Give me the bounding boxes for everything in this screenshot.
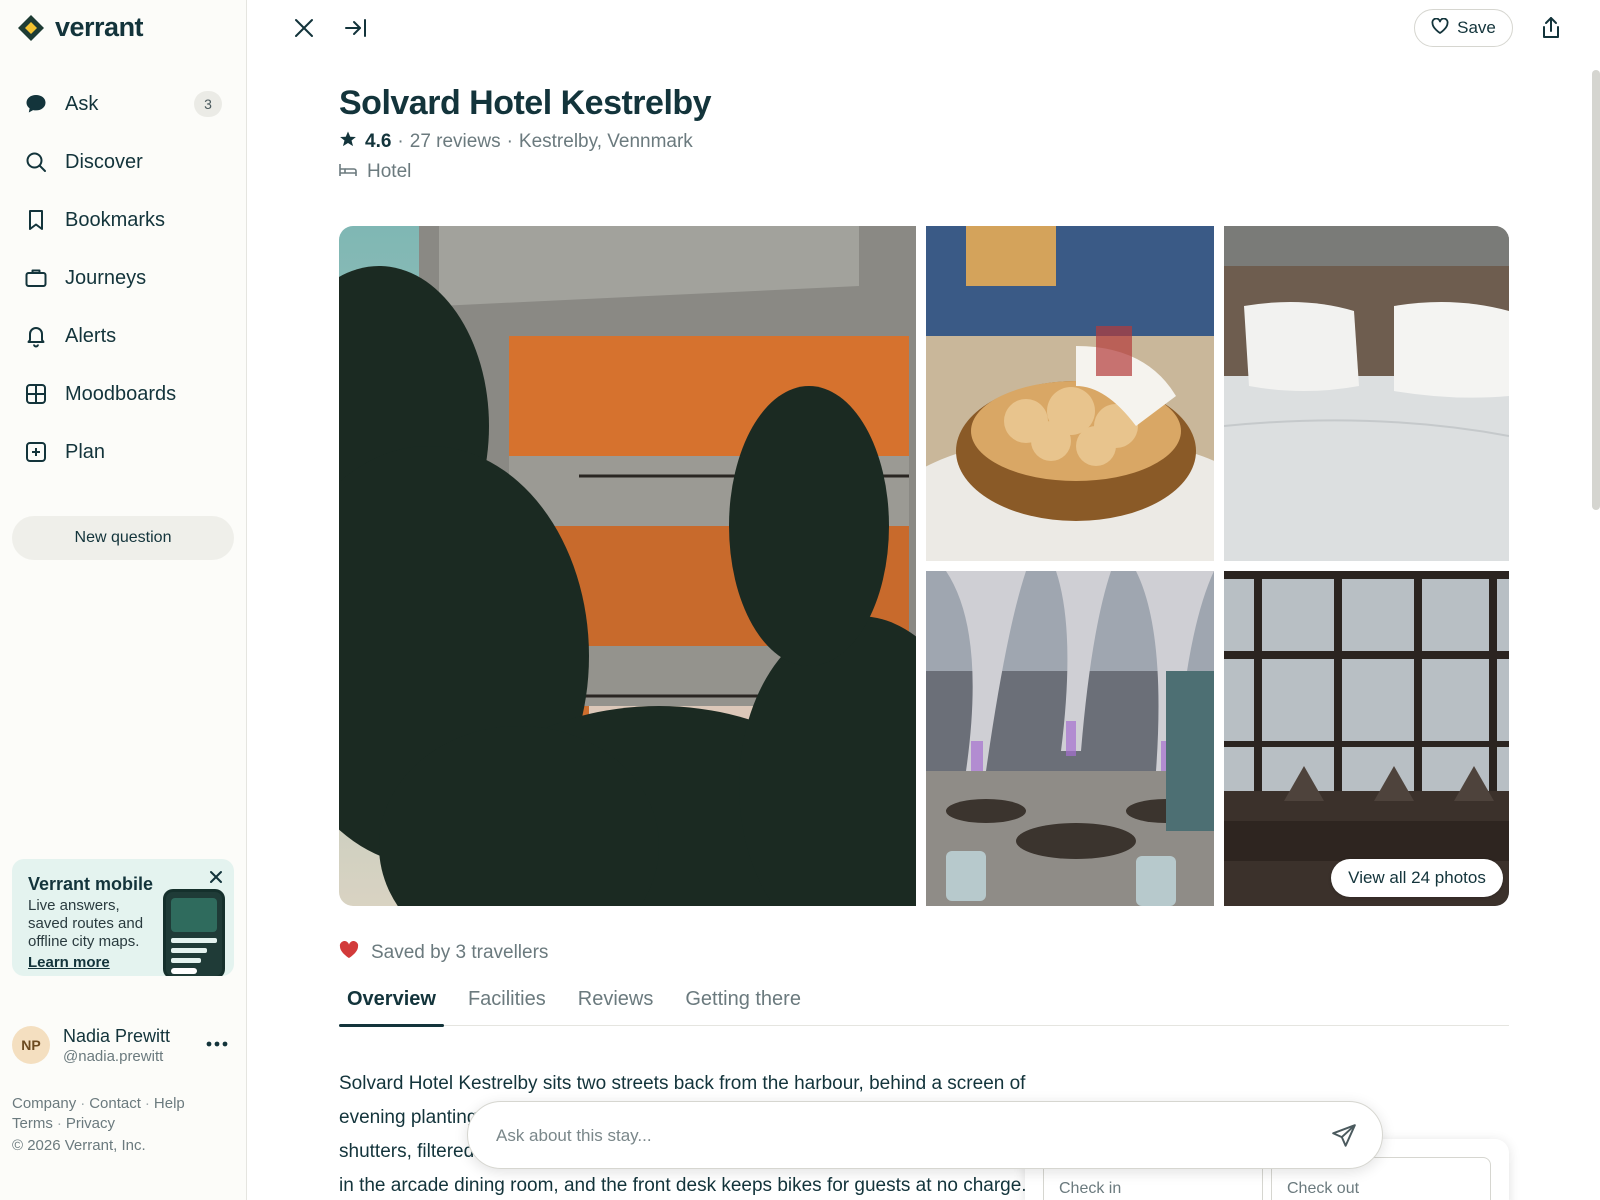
send-icon[interactable] <box>1328 1120 1360 1152</box>
more-options-icon[interactable] <box>204 1032 230 1056</box>
user-profile[interactable]: NP Nadia Prewitt @nadia.prewitt <box>12 1024 234 1068</box>
place-category: Hotel <box>339 161 411 183</box>
lounge-photo[interactable] <box>1224 571 1509 906</box>
location-text: Kestrelby, Vennmark <box>518 131 693 152</box>
user-name: Nadia Prewitt <box>63 1026 171 1046</box>
review-count-link[interactable]: 27 reviews <box>410 131 501 153</box>
sidebar-item-ask[interactable]: Ask 3 <box>12 75 234 133</box>
new-question-button[interactable]: New question <box>12 516 234 560</box>
restaurant-interior-photo[interactable] <box>926 571 1214 906</box>
unread-count-badge: 3 <box>194 91 222 117</box>
photo-gallery <box>339 226 1509 906</box>
hotel-exterior-photo[interactable] <box>339 226 916 906</box>
sidebar-item-journeys[interactable]: Journeys <box>12 249 234 307</box>
close-icon[interactable] <box>287 11 321 45</box>
app-logo[interactable]: verrant <box>17 12 144 43</box>
description-line: in the arcade dining room, and the front… <box>339 1175 1027 1196</box>
sidebar-item-label: Journeys <box>65 266 147 289</box>
sidebar-item-label: Discover <box>65 150 143 173</box>
ask-bar <box>467 1101 1383 1169</box>
page-title: Solvard Hotel Kestrelby <box>339 84 712 122</box>
sidebar-item-label: Alerts <box>65 324 117 347</box>
mobile-app-promo: Verrant mobile Live answers, saved route… <box>12 859 234 976</box>
bookmark-icon <box>22 206 50 234</box>
chat-bubble-icon <box>22 90 50 118</box>
separator-dot: · <box>80 1095 86 1112</box>
place-meta: 4.6 · 27 reviews · Kestrelby, Vennmark <box>339 130 693 154</box>
description-line: Solvard Hotel Kestrelby sits two streets… <box>339 1073 1026 1094</box>
grid-icon <box>22 380 50 408</box>
ask-input[interactable] <box>496 1120 1276 1152</box>
saved-by-text: Saved by 3 travellers <box>371 942 549 963</box>
footer-link-contact[interactable]: Contact <box>89 1095 141 1112</box>
separator-dot: · <box>56 1115 62 1132</box>
collapse-panel-icon[interactable] <box>339 11 373 45</box>
bed-icon <box>339 161 357 183</box>
save-button[interactable]: Save <box>1414 9 1513 47</box>
learn-more-link[interactable]: Learn more <box>28 954 110 971</box>
sidebar-item-label: Bookmarks <box>65 208 166 231</box>
close-icon[interactable] <box>206 867 226 887</box>
separator-dot: · <box>506 131 513 152</box>
user-handle: @nadia.prewitt <box>63 1048 164 1065</box>
sidebar-item-label: Plan <box>65 440 106 463</box>
briefcase-icon <box>22 264 50 292</box>
scrollbar[interactable] <box>1592 70 1600 510</box>
tab-overview[interactable]: Overview <box>339 980 444 1027</box>
footer-link-privacy[interactable]: Privacy <box>66 1115 115 1132</box>
detail-tabs: Overview Facilities Reviews Getting ther… <box>339 980 1509 1027</box>
sidebar-item-label: Ask <box>65 92 99 115</box>
dining-bread-photo[interactable] <box>926 226 1214 561</box>
view-all-photos-button[interactable]: View all 24 photos <box>1331 859 1503 897</box>
phone-illustration <box>163 889 225 976</box>
footer-link-help[interactable]: Help <box>154 1095 185 1112</box>
bell-icon <box>22 322 50 350</box>
sidebar-item-bookmarks[interactable]: Bookmarks <box>12 191 234 249</box>
place-detail-panel: Save Solvard Hotel Kestrelby 4.6 · 27 re… <box>248 0 1600 1200</box>
sidebar-nav: Ask 3 Discover Bookmarks Journeys Alerts… <box>12 75 234 481</box>
app-name: verrant <box>55 12 144 42</box>
bedroom-photo[interactable] <box>1224 226 1509 561</box>
tab-reviews[interactable]: Reviews <box>570 980 662 1026</box>
tab-facilities[interactable]: Facilities <box>460 980 554 1026</box>
sidebar-item-label: Moodboards <box>65 382 177 405</box>
footer-link-terms[interactable]: Terms <box>12 1115 53 1132</box>
sidebar: verrant Ask 3 Discover Bookmarks Journey… <box>0 0 247 1200</box>
star-icon <box>339 130 357 154</box>
sidebar-item-alerts[interactable]: Alerts <box>12 307 234 365</box>
footer-link-company[interactable]: Company <box>12 1095 76 1112</box>
sidebar-item-moodboards[interactable]: Moodboards <box>12 365 234 423</box>
saved-by-summary: Saved by 3 travellers <box>339 940 549 965</box>
category-label: Hotel <box>367 161 412 182</box>
footer-links: Company · Contact · Help Terms · Privacy © 202… <box>12 1094 234 1156</box>
sidebar-item-discover[interactable]: Discover <box>12 133 234 191</box>
copyright: © 2026 Verrant, Inc. <box>12 1137 146 1154</box>
separator-dot: · <box>397 131 404 152</box>
promo-text: Live answers, saved routes and offline c… <box>28 897 144 950</box>
heart-outline-icon <box>1431 17 1449 39</box>
heart-filled-icon <box>339 940 359 965</box>
avatar[interactable]: NP <box>12 1026 50 1064</box>
verrant-logo-icon <box>17 14 45 42</box>
save-button-label: Save <box>1457 18 1496 37</box>
share-icon[interactable] <box>1534 11 1568 45</box>
promo-title: Verrant mobile <box>28 874 154 894</box>
separator-dot: · <box>144 1095 150 1112</box>
tab-getting-there[interactable]: Getting there <box>677 980 809 1026</box>
search-icon <box>22 148 50 176</box>
sidebar-item-plan[interactable]: Plan <box>12 423 234 481</box>
rating-value: 4.6 <box>365 131 392 152</box>
plus-square-icon <box>22 438 50 466</box>
